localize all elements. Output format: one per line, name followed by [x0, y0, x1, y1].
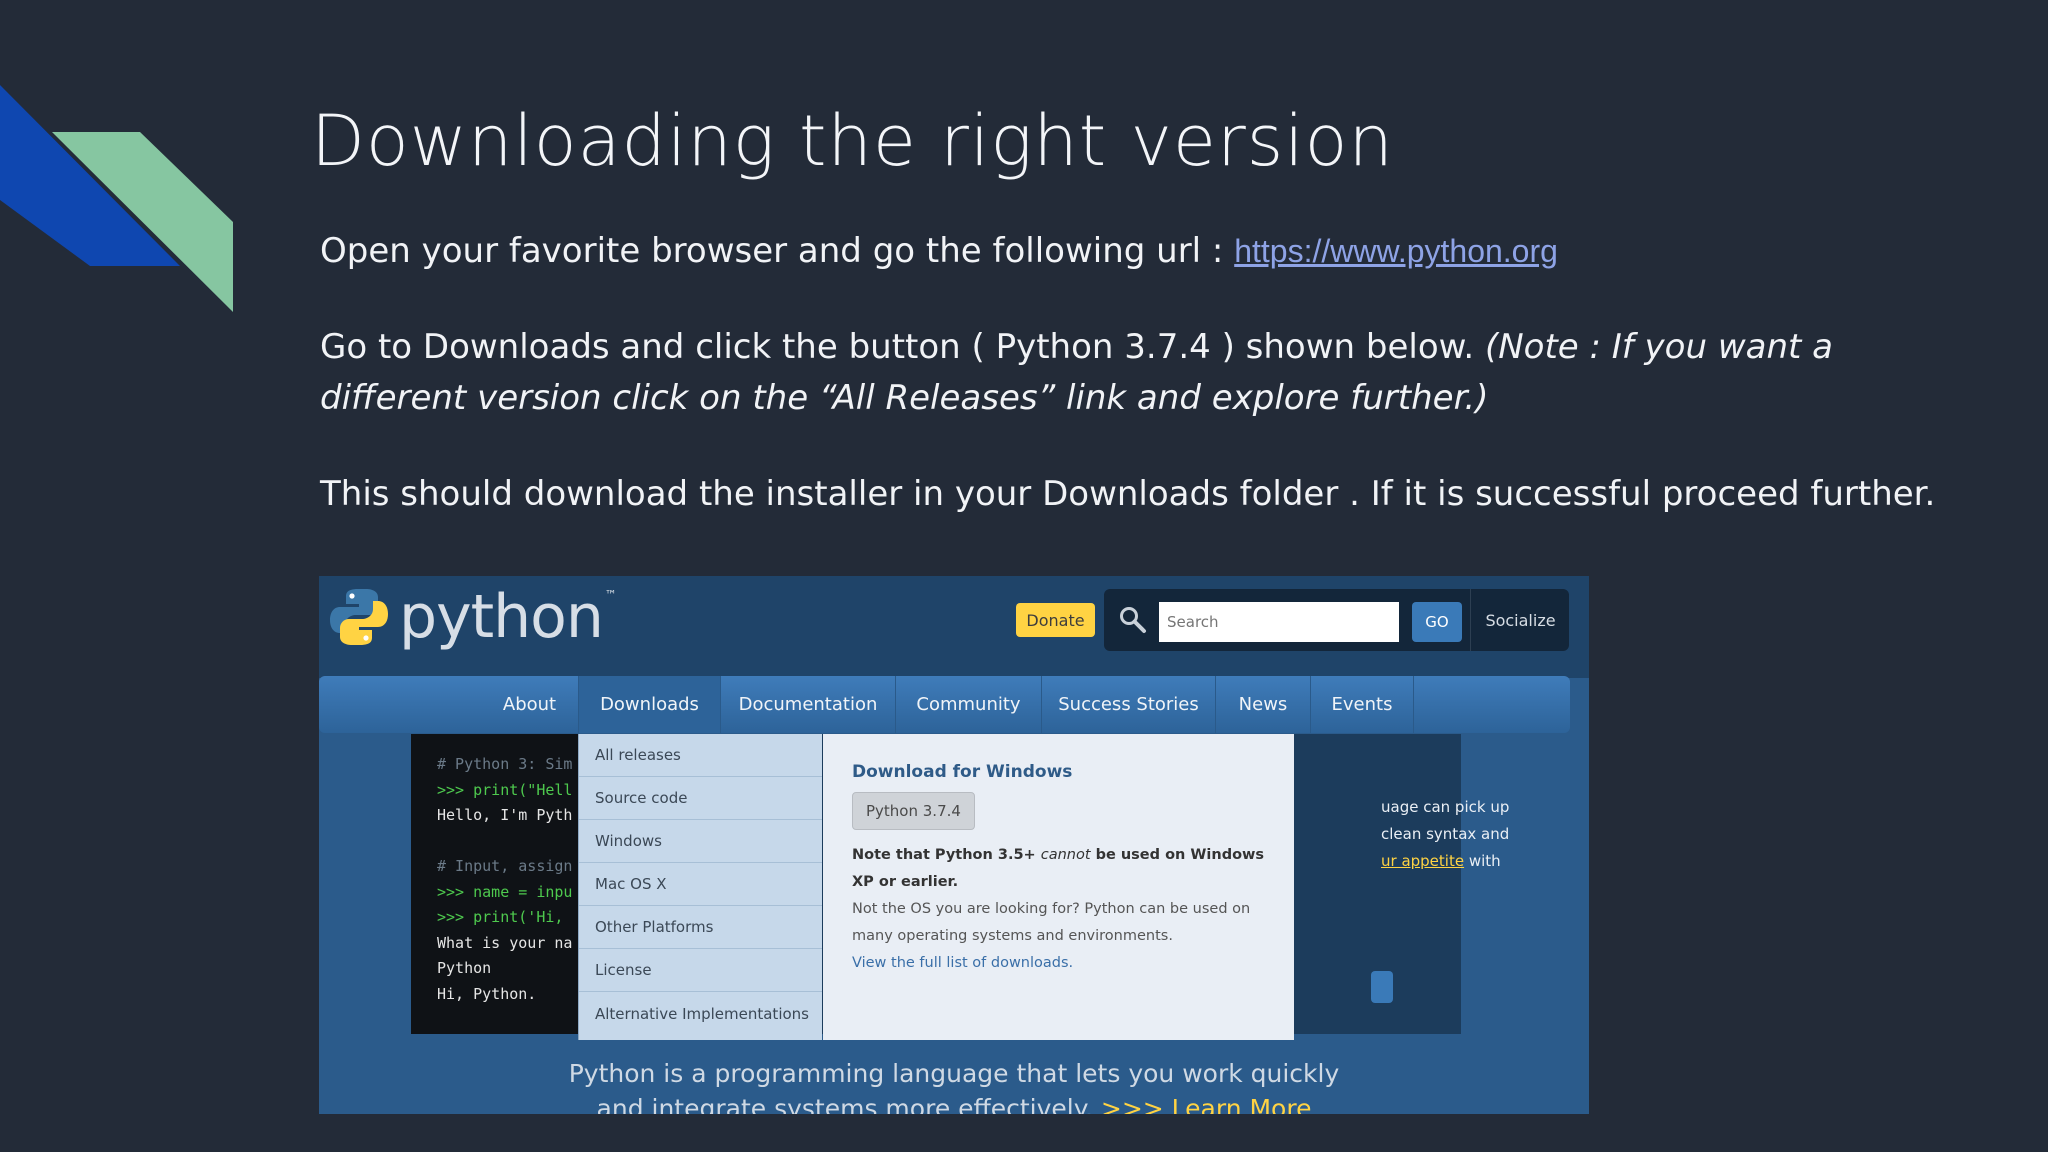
console-line: >>> print('Hi, — [437, 908, 564, 926]
instruction-url: Open your favorite browser and go the fo… — [320, 226, 1880, 277]
panel-title: Download for Windows — [852, 762, 1073, 782]
hero-blurb: uage can pick up clean syntax and ur app… — [1381, 794, 1510, 875]
downloads-dropdown: All releases Source code Windows Mac OS … — [578, 734, 822, 1040]
python-logo-icon — [330, 589, 388, 645]
nav-documentation[interactable]: Documentation — [721, 676, 896, 733]
tagline-line-1: Python is a programming language that le… — [568, 1059, 1340, 1088]
nav-community[interactable]: Community — [896, 676, 1042, 733]
instruction-download-text: Go to Downloads and click the button ( P… — [320, 327, 1485, 367]
trademark: ™ — [604, 588, 617, 602]
dropdown-mac-os-x[interactable]: Mac OS X — [579, 863, 822, 906]
search-bar: GO Socialize — [1104, 589, 1569, 651]
console-line: Hello, I'm Pyth — [437, 806, 573, 824]
appetite-link[interactable]: ur appetite — [1381, 852, 1464, 870]
donate-button[interactable]: Donate — [1016, 603, 1095, 637]
python-console: # Python 3: Sim >>> print("Hell Hello, I… — [411, 734, 581, 1034]
dropdown-other-platforms[interactable]: Other Platforms — [579, 906, 822, 949]
console-line: # Python 3: Sim — [437, 755, 573, 773]
slide-title: Downloading the right version — [311, 100, 1394, 182]
full-downloads-link[interactable]: View the full list of downloads. — [852, 950, 1266, 977]
dropdown-windows[interactable]: Windows — [579, 820, 822, 863]
console-line: Python — [437, 959, 492, 977]
python-site-screenshot: python ™ Donate GO Socialize About Downl… — [319, 576, 1589, 1114]
search-input[interactable] — [1159, 602, 1399, 642]
dropdown-alternative-implementations[interactable]: Alternative Implementations — [579, 992, 822, 1035]
instruction-installer: This should download the installer in yo… — [320, 474, 1936, 514]
python-wordmark: python — [399, 582, 604, 652]
blurb-line: uage can pick up — [1381, 798, 1510, 816]
console-line: >>> name = inpu — [437, 882, 573, 901]
learn-more-link[interactable]: >>> Learn More — [1101, 1094, 1312, 1114]
tagline-line-2-text: and integrate systems more effectively. — [596, 1094, 1093, 1114]
blurb-line: ur appetite with — [1381, 848, 1501, 875]
go-button[interactable]: GO — [1412, 602, 1462, 642]
nav-news[interactable]: News — [1216, 676, 1311, 733]
console-line: What is your na — [437, 933, 573, 952]
nav-events[interactable]: Events — [1311, 676, 1414, 733]
dropdown-license[interactable]: License — [579, 949, 822, 992]
python-3-7-4-button[interactable]: Python 3.7.4 — [852, 792, 975, 830]
console-line: # Input, assign — [437, 857, 573, 875]
note-em: cannot — [1040, 847, 1091, 863]
python-org-link[interactable]: https://www.python.org — [1234, 233, 1558, 269]
decorative-ribbons — [0, 85, 233, 312]
instruction-download: Go to Downloads and click the button ( P… — [320, 322, 1880, 424]
other-os-text: Not the OS you are looking for? Python c… — [852, 901, 1251, 944]
tagline-line-2: and integrate systems more effectively. … — [319, 1091, 1589, 1114]
main-nav: About Downloads Documentation Community … — [319, 676, 1570, 733]
console-line: >>> print("Hell — [437, 780, 573, 799]
site-tagline: Python is a programming language that le… — [319, 1056, 1589, 1114]
instruction-url-text: Open your favorite browser and go the fo… — [320, 231, 1235, 271]
search-icon[interactable] — [1118, 605, 1148, 635]
nav-success-stories[interactable]: Success Stories — [1042, 676, 1216, 733]
dropdown-source-code[interactable]: Source code — [579, 777, 822, 820]
download-windows-panel: Download for Windows Python 3.7.4 Note t… — [823, 734, 1294, 1040]
site-header: python ™ Donate GO Socialize — [319, 576, 1589, 678]
hero-button-edge[interactable] — [1371, 971, 1393, 1003]
nav-downloads[interactable]: Downloads — [579, 676, 721, 733]
console-line: Hi, Python. — [437, 984, 537, 1003]
note-pre: Note that Python 3.5+ — [852, 847, 1041, 863]
windows-xp-note: Note that Python 3.5+ cannot be used on … — [852, 842, 1266, 896]
blurb-line: clean syntax and — [1381, 825, 1510, 843]
blurb-text: with — [1464, 852, 1501, 870]
python-logo[interactable]: python ™ — [327, 582, 617, 652]
socialize-button[interactable]: Socialize — [1470, 589, 1570, 651]
nav-about[interactable]: About — [481, 676, 579, 733]
dropdown-all-releases[interactable]: All releases — [579, 734, 822, 777]
